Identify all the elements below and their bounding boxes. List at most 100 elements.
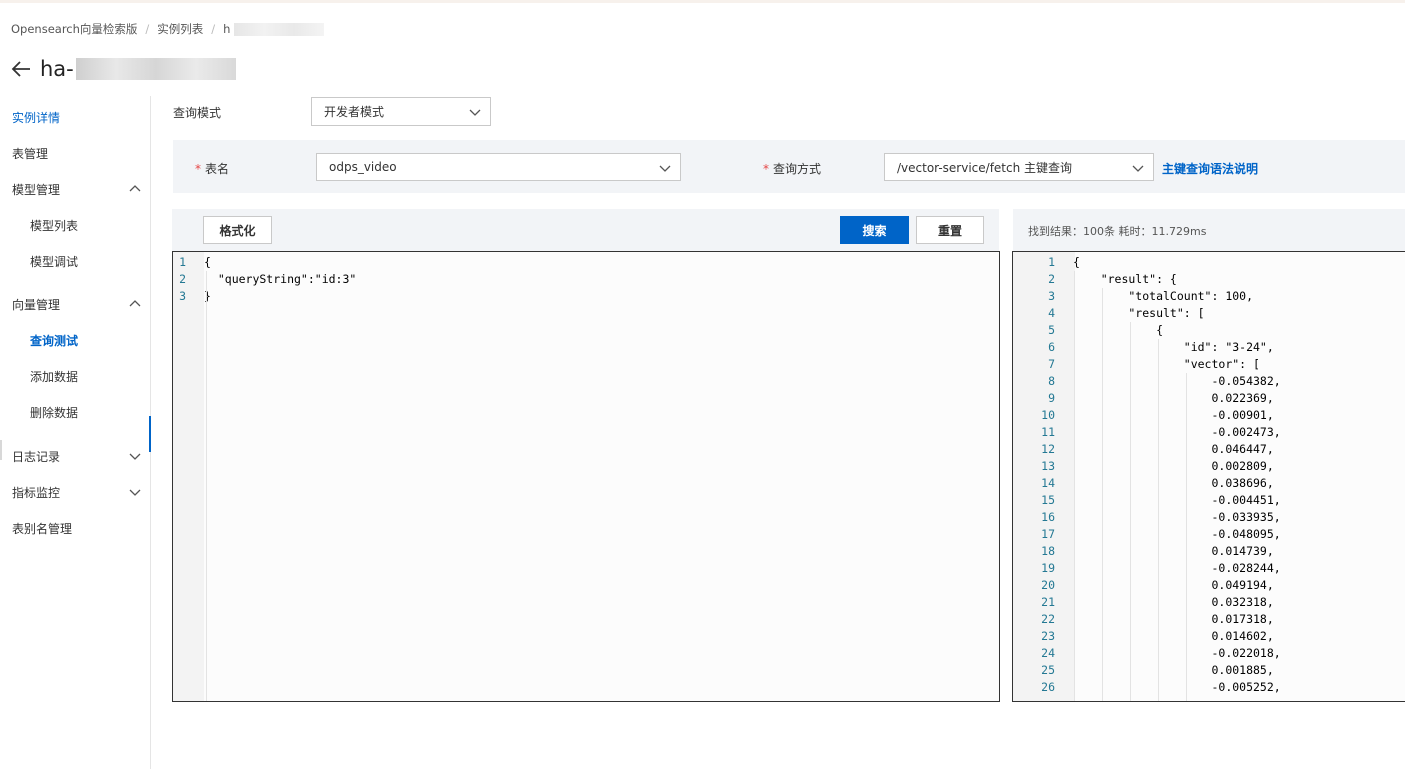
indent-guide (1074, 271, 1075, 701)
arrow-left-icon[interactable] (10, 58, 32, 80)
sidebar-item-label: 添加数据 (30, 369, 79, 384)
sidebar-item-add-data[interactable]: 添加数据 (0, 366, 150, 386)
code-text: 0.049194, (1073, 578, 1274, 592)
code-text: -0.022018, (1073, 646, 1281, 660)
code-text: { (1073, 255, 1080, 269)
sidebar-item-model-list[interactable]: 模型列表 (0, 215, 150, 235)
code-text: 0.001885, (1073, 663, 1274, 677)
table-name-label-text: 表名 (205, 162, 230, 176)
table-name-label: * 表名 (195, 160, 229, 177)
sidebar-item-label: 表管理 (12, 146, 49, 161)
sidebar-item-table-management[interactable]: 表管理 (0, 143, 150, 163)
table-name-value: odps_video (329, 160, 397, 174)
line-number: 1 (179, 255, 186, 269)
breadcrumb-separator: / (145, 22, 150, 36)
code-line: 9 0.022369, (1013, 390, 1405, 407)
table-name-select[interactable]: odps_video (316, 153, 681, 181)
chevron-down-icon (1132, 165, 1144, 172)
code-text: "result": { (1073, 272, 1177, 286)
code-line: 11 -0.002473, (1013, 424, 1405, 441)
line-number: 9 (1048, 391, 1055, 405)
sidebar-item-logs[interactable]: 日志记录 (0, 446, 150, 466)
code-text: { (204, 255, 211, 269)
line-number: 15 (1041, 493, 1055, 507)
chevron-up-icon (129, 300, 141, 307)
sidebar-item-table-alias[interactable]: 表别名管理 (0, 518, 150, 538)
code-line: 3 "totalCount": 100, (1013, 288, 1405, 305)
search-button[interactable]: 搜索 (840, 216, 909, 244)
indent-guide (206, 271, 207, 701)
code-text: "result": [ (1073, 306, 1205, 320)
active-indicator (149, 416, 151, 452)
code-text: 0.002809, (1073, 459, 1274, 473)
page-title: ha- (40, 57, 74, 81)
line-number: 12 (1041, 442, 1055, 456)
format-button[interactable]: 格式化 (203, 216, 272, 244)
chevron-down-icon (659, 165, 671, 172)
sidebar-item-instance-details[interactable]: 实例详情 (0, 107, 150, 127)
line-number: 18 (1041, 544, 1055, 558)
sidebar-item-delete-data[interactable]: 删除数据 (0, 402, 150, 422)
sidebar-item-vector-management[interactable]: 向量管理 (0, 294, 150, 314)
code-line: 18 0.014739, (1013, 543, 1405, 560)
required-mark: * (195, 162, 201, 176)
code-text: -0.033935, (1073, 510, 1281, 524)
sidebar-item-label: 日志记录 (12, 449, 61, 464)
code-line: 21 0.032318, (1013, 594, 1405, 611)
sidebar: 实例详情 表管理 模型管理 模型列表 模型调试 向量管理 查询测试 添加数据 删… (0, 96, 151, 769)
chevron-down-icon (469, 109, 481, 116)
code-text: 0.017318, (1073, 612, 1274, 626)
code-line: 23 0.014602, (1013, 628, 1405, 645)
query-method-label-text: 查询方式 (773, 162, 822, 176)
sidebar-item-query-test[interactable]: 查询测试 (0, 330, 150, 350)
line-number: 19 (1041, 561, 1055, 575)
syntax-help-link[interactable]: 主键查询语法说明 (1162, 160, 1258, 177)
reset-button[interactable]: 重置 (916, 216, 984, 244)
code-line: 10 -0.00901, (1013, 407, 1405, 424)
indent-guide (1130, 322, 1131, 701)
code-line: 20 0.049194, (1013, 577, 1405, 594)
code-line: 25 0.001885, (1013, 662, 1405, 679)
code-line: 1{ (1013, 254, 1405, 271)
collapse-handle[interactable] (0, 440, 2, 460)
breadcrumb-separator: / (211, 22, 216, 36)
indent-guide (1158, 339, 1159, 701)
query-mode-value: 开发者模式 (324, 105, 385, 119)
line-number: 13 (1041, 459, 1055, 473)
indent-guide (1102, 288, 1103, 701)
code-text: "queryString":"id:3" (204, 272, 357, 286)
result-viewer[interactable]: 1{2 "result": {3 "totalCount": 100, 4 "re… (1012, 251, 1405, 702)
query-mode-select[interactable]: 开发者模式 (311, 97, 491, 126)
code-line: 17 -0.048095, (1013, 526, 1405, 543)
line-number-gutter (173, 252, 204, 701)
result-summary: 找到结果：100条 耗时：11.729ms (1028, 225, 1207, 238)
code-line: 12 0.046447, (1013, 441, 1405, 458)
sidebar-item-label: 模型调试 (30, 254, 79, 269)
breadcrumb-item-product[interactable]: Opensearch向量检索版 (11, 21, 137, 37)
code-line: 19 -0.028244, (1013, 560, 1405, 577)
sidebar-item-label: 模型列表 (30, 218, 79, 233)
line-number: 25 (1041, 663, 1055, 677)
sidebar-item-metrics[interactable]: 指标监控 (0, 482, 150, 502)
code-line: 2 "queryString":"id:3" (173, 271, 999, 288)
line-number: 16 (1041, 510, 1055, 524)
code-line: 24 -0.022018, (1013, 645, 1405, 662)
sidebar-item-model-management[interactable]: 模型管理 (0, 179, 150, 199)
code-text: 0.014739, (1073, 544, 1274, 558)
sidebar-item-label: 查询测试 (30, 333, 79, 348)
code-line: 14 0.038696, (1013, 475, 1405, 492)
query-method-select[interactable]: /vector-service/fetch 主键查询 (884, 153, 1154, 181)
code-text: "totalCount": 100, (1073, 289, 1254, 303)
line-number: 17 (1041, 527, 1055, 541)
line-number: 21 (1041, 595, 1055, 609)
sidebar-item-model-debug[interactable]: 模型调试 (0, 251, 150, 271)
line-number: 3 (1048, 289, 1055, 303)
line-number: 11 (1041, 425, 1055, 439)
code-text: -0.048095, (1073, 527, 1281, 541)
code-line: 5 { (1013, 322, 1405, 339)
code-text: -0.005252, (1073, 680, 1281, 694)
line-number: 24 (1041, 646, 1055, 660)
query-editor[interactable]: 1{2 "queryString":"id:3" 3} (172, 251, 1000, 702)
breadcrumb-item-instances[interactable]: 实例列表 (157, 21, 203, 37)
sidebar-item-label: 实例详情 (12, 110, 61, 125)
